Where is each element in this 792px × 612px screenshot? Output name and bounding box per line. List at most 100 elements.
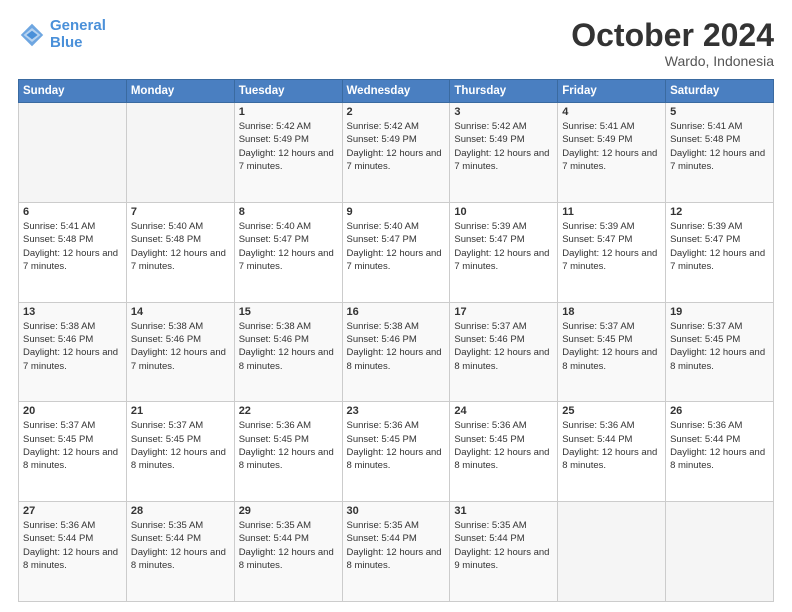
cell-line: Daylight: 12 hours and 8 minutes. [347,446,446,473]
day-header-saturday: Saturday [666,80,774,103]
cell-info: Sunrise: 5:38 AMSunset: 5:46 PMDaylight:… [23,320,122,373]
cell-line: Daylight: 12 hours and 8 minutes. [562,346,661,373]
cell-line: Sunset: 5:48 PM [670,133,769,146]
cell-info: Sunrise: 5:36 AMSunset: 5:45 PMDaylight:… [454,419,553,472]
cell-line: Daylight: 12 hours and 7 minutes. [454,247,553,274]
cell-info: Sunrise: 5:42 AMSunset: 5:49 PMDaylight:… [454,120,553,173]
cell-line: Sunrise: 5:37 AM [23,419,122,432]
cell-info: Sunrise: 5:41 AMSunset: 5:49 PMDaylight:… [562,120,661,173]
cell-line: Daylight: 12 hours and 8 minutes. [131,446,230,473]
day-number: 8 [239,206,338,218]
cell-line: Sunrise: 5:41 AM [562,120,661,133]
calendar-cell: 4Sunrise: 5:41 AMSunset: 5:49 PMDaylight… [558,103,666,203]
calendar-cell: 31 Sunrise: 5:35 AMSunset: 5:44 PMDayligh… [450,502,558,602]
calendar-cell: 9Sunrise: 5:40 AMSunset: 5:47 PMDaylight… [342,202,450,302]
cell-line: Sunrise: 5:40 AM [239,220,338,233]
cell-line: Daylight: 12 hours and 8 minutes. [347,346,446,373]
calendar-cell: 17 Sunrise: 5:37 AMSunset: 5:46 PMDayligh… [450,302,558,402]
cell-info: Sunrise: 5:40 AMSunset: 5:47 PMDaylight:… [347,220,446,273]
calendar-cell: 26Sunrise: 5:36 AMSunset: 5:44 PMDayligh… [666,402,774,502]
cell-line: Sunrise: 5:37 AM [670,320,769,333]
calendar-cell: 7Sunrise: 5:40 AMSunset: 5:48 PMDaylight… [126,202,234,302]
day-number: 20 [23,405,122,417]
calendar-cell: 28Sunrise: 5:35 AMSunset: 5:44 PMDayligh… [126,502,234,602]
logo-text: General Blue [50,18,106,51]
cell-line: Sunset: 5:48 PM [23,233,122,246]
day-header-thursday: Thursday [450,80,558,103]
calendar-cell: 30 Sunrise: 5:35 AMSunset: 5:44 PMDayligh… [342,502,450,602]
cell-line: Sunset: 5:45 PM [562,333,661,346]
cell-line: Sunrise: 5:40 AM [131,220,230,233]
cell-line: Sunrise: 5:35 AM [347,519,446,532]
cell-info: Sunrise: 5:40 AMSunset: 5:47 PMDaylight:… [239,220,338,273]
day-number: 12 [670,206,769,218]
day-number: 10 [454,206,553,218]
cell-line: Sunset: 5:47 PM [454,233,553,246]
cell-line: Sunrise: 5:41 AM [23,220,122,233]
cell-line: Sunrise: 5:41 AM [670,120,769,133]
day-number: 31 [454,505,553,517]
cell-line: Sunrise: 5:42 AM [239,120,338,133]
cell-info: Sunrise: 5:35 AMSunset: 5:44 PMDaylight:… [454,519,553,572]
cell-line: Daylight: 12 hours and 8 minutes. [23,446,122,473]
day-number: 30 [347,505,446,517]
cell-line: Sunrise: 5:35 AM [239,519,338,532]
cell-line: Sunrise: 5:38 AM [239,320,338,333]
calendar-cell: 23Sunrise: 5:36 AMSunset: 5:45 PMDayligh… [342,402,450,502]
cell-line: Sunrise: 5:36 AM [347,419,446,432]
day-number: 17 [454,306,553,318]
cell-line: Daylight: 12 hours and 7 minutes. [131,247,230,274]
cell-line: Sunrise: 5:37 AM [454,320,553,333]
cell-line: Daylight: 12 hours and 8 minutes. [670,446,769,473]
calendar-cell: 5Sunrise: 5:41 AMSunset: 5:48 PMDaylight… [666,103,774,203]
cell-info: Sunrise: 5:37 AMSunset: 5:45 PMDaylight:… [23,419,122,472]
calendar-cell: 15Sunrise: 5:38 AMSunset: 5:46 PMDayligh… [234,302,342,402]
cell-line: Sunset: 5:47 PM [239,233,338,246]
cell-line: Daylight: 12 hours and 7 minutes. [23,247,122,274]
cell-line: Sunset: 5:49 PM [347,133,446,146]
cell-line: Sunset: 5:46 PM [347,333,446,346]
calendar-cell: 19Sunrise: 5:37 AMSunset: 5:45 PMDayligh… [666,302,774,402]
cell-line: Daylight: 12 hours and 7 minutes. [239,147,338,174]
cell-line: Sunset: 5:49 PM [239,133,338,146]
day-number: 19 [670,306,769,318]
cell-info: Sunrise: 5:41 AMSunset: 5:48 PMDaylight:… [23,220,122,273]
calendar-cell: 21Sunrise: 5:37 AMSunset: 5:45 PMDayligh… [126,402,234,502]
day-header-tuesday: Tuesday [234,80,342,103]
cell-line: Daylight: 12 hours and 7 minutes. [131,346,230,373]
cell-info: Sunrise: 5:35 AMSunset: 5:44 PMDaylight:… [347,519,446,572]
cell-info: Sunrise: 5:38 AMSunset: 5:46 PMDaylight:… [347,320,446,373]
cell-info: Sunrise: 5:42 AMSunset: 5:49 PMDaylight:… [239,120,338,173]
cell-info: Sunrise: 5:42 AMSunset: 5:49 PMDaylight:… [347,120,446,173]
logo: General Blue [18,18,106,51]
cell-line: Daylight: 12 hours and 8 minutes. [239,446,338,473]
page: General Blue October 2024 Wardo, Indones… [0,0,792,612]
cell-line: Daylight: 12 hours and 8 minutes. [131,546,230,573]
cell-line: Sunrise: 5:35 AM [131,519,230,532]
cell-line: Sunrise: 5:36 AM [239,419,338,432]
day-header-sunday: Sunday [19,80,127,103]
cell-info: Sunrise: 5:37 AMSunset: 5:46 PMDaylight:… [454,320,553,373]
cell-line: Sunset: 5:49 PM [454,133,553,146]
cell-info: Sunrise: 5:35 AMSunset: 5:44 PMDaylight:… [131,519,230,572]
day-header-wednesday: Wednesday [342,80,450,103]
calendar-cell [558,502,666,602]
calendar-cell: 22Sunrise: 5:36 AMSunset: 5:45 PMDayligh… [234,402,342,502]
cell-line: Sunrise: 5:36 AM [23,519,122,532]
location: Wardo, Indonesia [571,53,774,69]
cell-line: Sunset: 5:49 PM [562,133,661,146]
cell-line: Sunrise: 5:37 AM [131,419,230,432]
cell-line: Daylight: 12 hours and 9 minutes. [454,546,553,573]
cell-line: Sunrise: 5:36 AM [454,419,553,432]
cell-line: Sunset: 5:46 PM [239,333,338,346]
calendar-cell: 29Sunrise: 5:35 AMSunset: 5:44 PMDayligh… [234,502,342,602]
cell-line: Daylight: 12 hours and 8 minutes. [670,346,769,373]
cell-line: Sunrise: 5:42 AM [347,120,446,133]
cell-line: Sunrise: 5:38 AM [23,320,122,333]
day-number: 25 [562,405,661,417]
cell-line: Sunrise: 5:42 AM [454,120,553,133]
calendar-cell: 10Sunrise: 5:39 AMSunset: 5:47 PMDayligh… [450,202,558,302]
calendar-cell: 25Sunrise: 5:36 AMSunset: 5:44 PMDayligh… [558,402,666,502]
logo-general: General [50,17,106,34]
cell-line: Sunrise: 5:39 AM [562,220,661,233]
